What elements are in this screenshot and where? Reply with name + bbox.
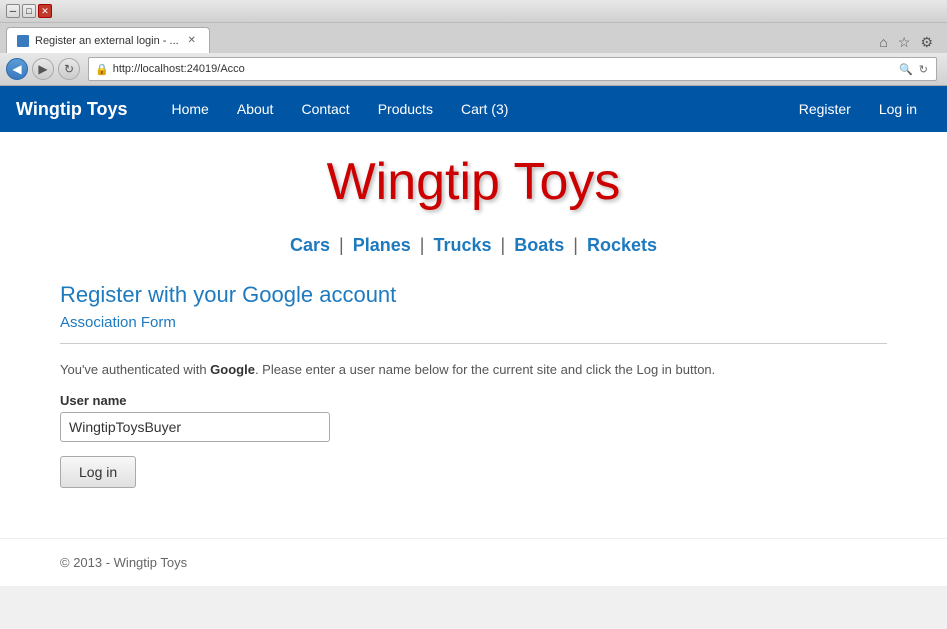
favorites-icon[interactable]: ☆ [896, 32, 913, 53]
main-content: Register with your Google account Associ… [0, 272, 947, 518]
title-bar: ─ □ ✕ [0, 0, 947, 23]
tab-bar: Register an external login - ... ✕ ⌂ ☆ ⚙ [0, 23, 947, 53]
app-navbar: Wingtip Toys Home About Contact Products… [0, 86, 947, 132]
tab-title: Register an external login - ... [35, 35, 179, 47]
footer-text: © 2013 - Wingtip Toys [60, 555, 187, 570]
browser-chrome: ─ □ ✕ Register an external login - ... ✕… [0, 0, 947, 86]
login-button[interactable]: Log in [60, 456, 136, 488]
category-boats[interactable]: Boats [514, 235, 564, 255]
tab-favicon [17, 35, 29, 47]
app-content: Wingtip Toys Home About Contact Products… [0, 86, 947, 586]
category-nav: Cars | Planes | Trucks | Boats | Rockets [0, 227, 947, 272]
nav-link-products[interactable]: Products [364, 89, 447, 129]
info-text-suffix: . Please enter a user name below for the… [255, 362, 715, 377]
close-button[interactable]: ✕ [38, 4, 52, 18]
form-subtitle: Association Form [60, 314, 887, 331]
category-trucks[interactable]: Trucks [433, 235, 491, 255]
minimize-button[interactable]: ─ [6, 4, 20, 18]
sep-1: | [339, 235, 344, 255]
refresh-button[interactable]: ↻ [58, 58, 80, 80]
app-nav-links: Home About Contact Products Cart (3) [158, 89, 785, 129]
sep-3: | [501, 235, 506, 255]
nav-link-contact[interactable]: Contact [287, 89, 363, 129]
sep-4: | [573, 235, 578, 255]
username-label: User name [60, 393, 887, 408]
footer: © 2013 - Wingtip Toys [0, 538, 947, 586]
address-refresh-button[interactable]: ↻ [917, 63, 930, 76]
tab-close-button[interactable]: ✕ [185, 34, 199, 48]
category-rockets[interactable]: Rockets [587, 235, 657, 255]
address-text: http://localhost:24019/Acco [113, 63, 897, 75]
settings-icon[interactable]: ⚙ [918, 32, 935, 53]
page-heading: Register with your Google account [60, 282, 887, 308]
sep-2: | [420, 235, 425, 255]
active-tab[interactable]: Register an external login - ... ✕ [6, 27, 210, 53]
nav-link-about[interactable]: About [223, 89, 288, 129]
site-title: Wingtip Toys [327, 152, 621, 212]
forward-button[interactable]: ▶ [32, 58, 54, 80]
info-text-prefix: You've authenticated with [60, 362, 210, 377]
nav-right-section: Register Log in [785, 89, 931, 129]
window-controls: ─ □ ✕ [6, 4, 52, 18]
username-input[interactable] [60, 412, 330, 442]
site-title-section: Wingtip Toys [0, 132, 947, 227]
address-bar[interactable]: 🔒 http://localhost:24019/Acco 🔍 ↻ [88, 57, 937, 81]
title-bar-left: ─ □ ✕ [6, 4, 52, 18]
address-favicon: 🔒 [95, 63, 109, 76]
category-cars[interactable]: Cars [290, 235, 330, 255]
back-button[interactable]: ◀ [6, 58, 28, 80]
nav-link-login[interactable]: Log in [865, 89, 931, 129]
nav-link-cart[interactable]: Cart (3) [447, 89, 522, 129]
nav-link-register[interactable]: Register [785, 89, 865, 129]
category-planes[interactable]: Planes [353, 235, 411, 255]
app-brand: Wingtip Toys [16, 99, 128, 120]
nav-link-home[interactable]: Home [158, 89, 223, 129]
address-search-button[interactable]: 🔍 [897, 63, 915, 76]
home-icon[interactable]: ⌂ [877, 32, 889, 53]
maximize-button[interactable]: □ [22, 4, 36, 18]
info-provider: Google [210, 362, 255, 377]
browser-nav-bar: ◀ ▶ ↻ 🔒 http://localhost:24019/Acco 🔍 ↻ [0, 53, 947, 85]
info-text: You've authenticated with Google. Please… [60, 362, 887, 377]
address-actions: 🔍 ↻ [897, 63, 930, 76]
divider [60, 343, 887, 344]
